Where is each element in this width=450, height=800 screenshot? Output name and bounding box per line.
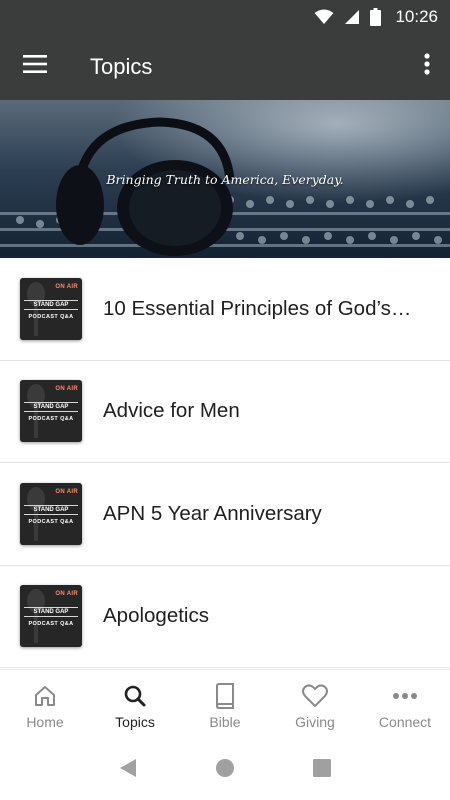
topic-list: ON AIR STAND GAP PODCAST Q&A 10 Essentia… xyxy=(0,258,450,668)
topic-title: 10 Essential Principles of God’s… xyxy=(103,296,412,320)
wifi-icon xyxy=(314,9,334,25)
heart-icon xyxy=(302,682,328,710)
on-air-badge: ON AIR xyxy=(55,488,78,495)
podcast-thumbnail: ON AIR STAND GAP PODCAST Q&A xyxy=(20,277,82,340)
hamburger-menu-icon xyxy=(23,55,47,78)
list-item[interactable]: ON AIR STAND GAP PODCAST Q&A APN 5 Year … xyxy=(0,463,450,566)
nav-label-home: Home xyxy=(26,713,64,730)
nav-label-topics: Topics xyxy=(115,713,155,730)
battery-icon xyxy=(370,7,382,26)
thumb-subtitle: PODCAST Q&A xyxy=(28,621,74,628)
nav-item-bible[interactable]: Bible xyxy=(180,670,270,741)
thumb-subtitle: PODCAST Q&A xyxy=(28,313,74,320)
recents-icon xyxy=(312,759,331,782)
back-button[interactable] xyxy=(108,751,148,791)
signal-icon xyxy=(344,9,360,25)
topic-title: Apologetics xyxy=(103,604,209,628)
search-icon xyxy=(123,682,147,710)
page-title: Topics xyxy=(90,53,153,79)
list-item[interactable]: ON AIR STAND GAP PODCAST Q&A 10 Essentia… xyxy=(0,258,450,361)
list-item[interactable]: ON AIR STAND GAP PODCAST Q&A Apologetics xyxy=(0,565,450,668)
back-icon xyxy=(119,758,137,783)
status-bar: 10:26 xyxy=(0,0,450,33)
recents-button[interactable] xyxy=(302,751,342,791)
topic-title: APN 5 Year Anniversary xyxy=(103,501,322,525)
thumb-subtitle: PODCAST Q&A xyxy=(28,416,74,423)
more-options-button[interactable] xyxy=(404,33,450,100)
clock: 10:26 xyxy=(395,6,438,26)
thumb-title: STAND GAP xyxy=(24,504,78,515)
nav-item-home[interactable]: Home xyxy=(0,670,90,741)
on-air-badge: ON AIR xyxy=(55,283,78,290)
nav-label-giving: Giving xyxy=(295,713,335,730)
podcast-thumbnail: ON AIR STAND GAP PODCAST Q&A xyxy=(20,585,82,648)
home-circle-icon xyxy=(215,758,235,783)
book-icon xyxy=(213,682,237,710)
podcast-thumbnail: ON AIR STAND GAP PODCAST Q&A xyxy=(20,380,82,443)
more-horiz-icon xyxy=(392,682,418,710)
hero-banner: Bringing Truth to America, Everyday. xyxy=(0,100,450,258)
nav-label-bible: Bible xyxy=(209,713,241,730)
thumb-title: STAND GAP xyxy=(24,402,78,413)
nav-item-connect[interactable]: Connect xyxy=(360,670,450,741)
app-bar: Topics xyxy=(0,33,450,100)
list-item[interactable]: ON AIR STAND GAP PODCAST Q&A Advice for … xyxy=(0,360,450,463)
on-air-badge: ON AIR xyxy=(55,386,78,393)
nav-item-topics[interactable]: Topics xyxy=(90,670,180,741)
on-air-badge: ON AIR xyxy=(55,591,78,598)
nav-item-giving[interactable]: Giving xyxy=(270,670,360,741)
thumb-title: STAND GAP xyxy=(24,299,78,310)
bottom-navigation: Home Topics Bible Giving Connect xyxy=(0,669,450,741)
system-navigation-bar xyxy=(0,741,450,800)
more-vert-icon xyxy=(424,53,430,80)
podcast-thumbnail: ON AIR STAND GAP PODCAST Q&A xyxy=(20,482,82,545)
menu-button[interactable] xyxy=(0,33,70,100)
thumb-subtitle: PODCAST Q&A xyxy=(28,518,74,525)
banner-tagline: Bringing Truth to America, Everyday. xyxy=(106,172,344,187)
system-home-button[interactable] xyxy=(205,751,245,791)
thumb-title: STAND GAP xyxy=(24,607,78,618)
topic-title: Advice for Men xyxy=(103,399,240,423)
nav-label-connect: Connect xyxy=(378,713,432,730)
home-icon xyxy=(33,682,57,710)
